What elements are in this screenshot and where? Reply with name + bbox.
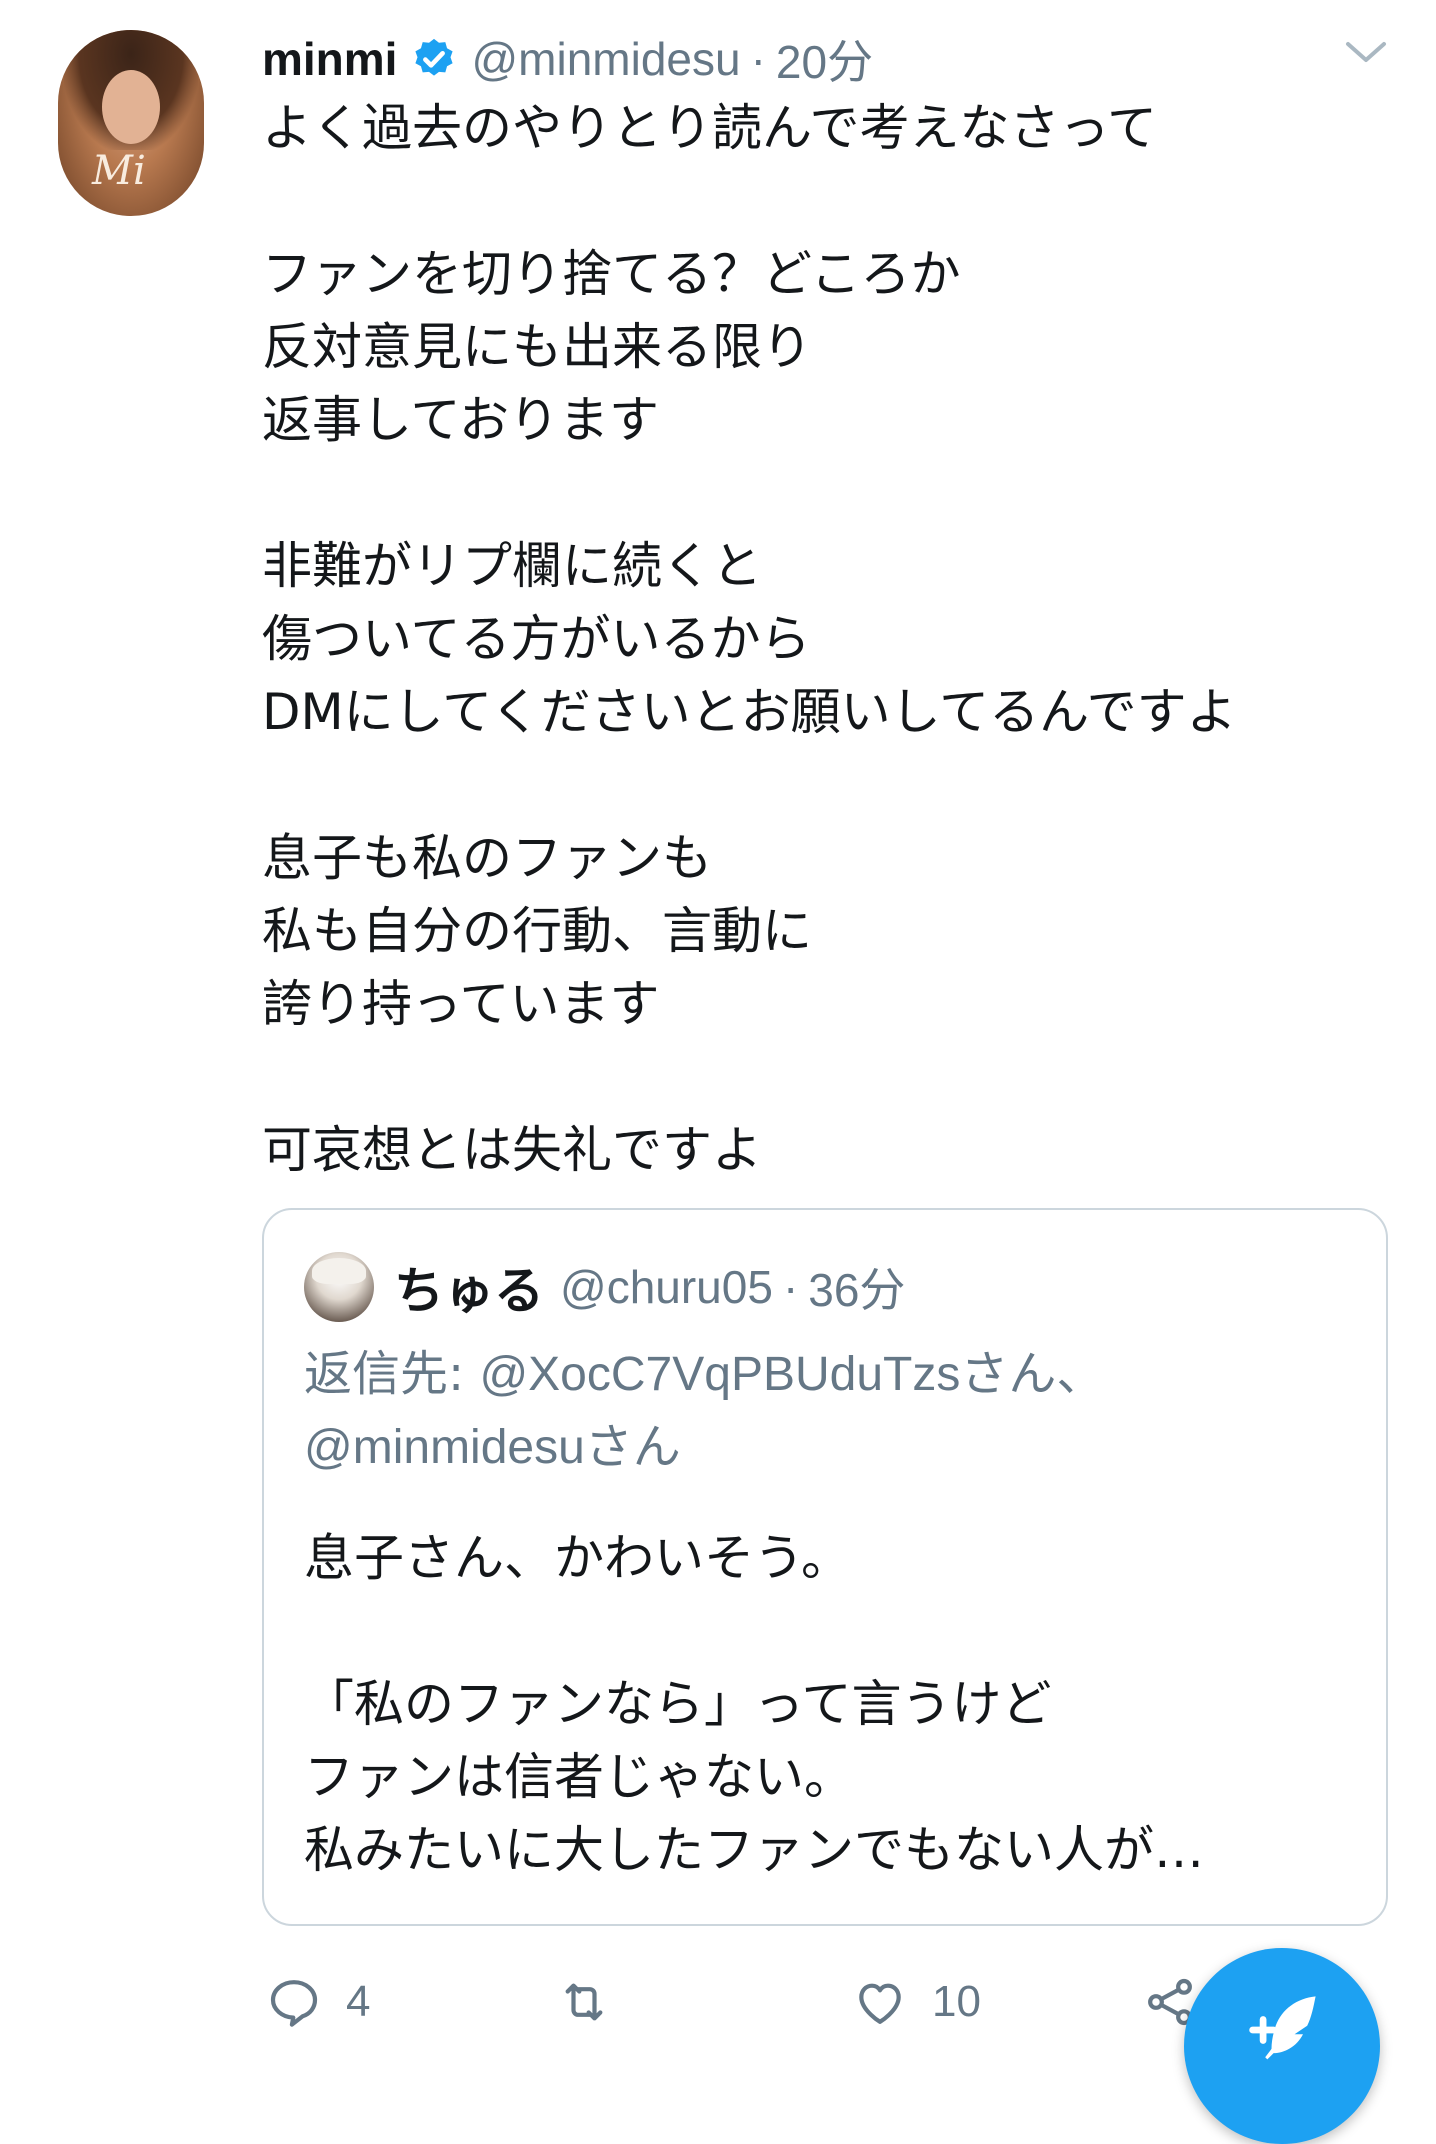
author-handle[interactable]: @minmidesu — [471, 32, 740, 86]
tweet-header: minmi @minmidesu · 20分 — [262, 28, 873, 90]
quoted-tweet-header: ちゅる @churu05 · 36分 — [394, 1252, 905, 1322]
quoted-author-handle: @churu05 — [560, 1261, 773, 1313]
author-avatar[interactable]: Mi — [58, 30, 204, 216]
reply-mention[interactable]: @XocC7VqPBUduTzsさん、 — [479, 1348, 1104, 1401]
author-name[interactable]: minmi — [262, 32, 397, 86]
reply-count: 4 — [346, 1977, 371, 2026]
quoted-author-avatar — [304, 1252, 374, 1322]
like-icon — [859, 1983, 901, 2024]
quoted-tweet-timestamp: 36分 — [808, 1264, 906, 1316]
quoted-tweet[interactable]: ちゅる @churu05 · 36分 返信先: @XocC7VqPBUduTzs… — [262, 1208, 1388, 1926]
retweet-button[interactable] — [556, 1962, 636, 2042]
quoted-tweet-text: 息子さん、かわいそう。 「私のファンなら」って言うけど ファンは信者じゃない。 … — [304, 1529, 1204, 1879]
reply-mention[interactable]: @minmidesuさん — [304, 1421, 681, 1474]
avatar-hat — [312, 1258, 366, 1284]
verified-badge-icon — [415, 38, 454, 76]
reply-icon — [270, 1980, 318, 2027]
quoted-reply-to: 返信先: @XocC7VqPBUduTzsさん、 @minmidesuさん — [304, 1338, 1354, 1484]
quoted-header-separator: · — [782, 1261, 799, 1313]
reply-to-label: 返信先: — [304, 1346, 480, 1402]
tweet-timestamp[interactable]: 20分 — [776, 26, 873, 92]
tweet: Mi minmi @minmidesu · 20分 よく過去のやりとり読んで考え… — [0, 0, 1436, 2144]
quoted-author-name: ちゅる — [394, 1262, 544, 1320]
compose-tweet-button[interactable] — [1184, 1948, 1380, 2144]
like-button[interactable]: 10 — [852, 1962, 981, 2042]
reply-button[interactable]: 4 — [266, 1962, 370, 2042]
tweet-text: よく過去のやりとり読んで考えなさって ファンを切り捨てる？どころか 反対意見にも… — [262, 99, 1237, 1179]
header-separator: · — [750, 33, 766, 85]
like-count: 10 — [932, 1977, 981, 2026]
compose-tweet-icon — [1249, 1996, 1316, 2060]
avatar-signature: Mi — [92, 148, 146, 194]
chevron-down-icon[interactable] — [1342, 34, 1390, 70]
retweet-icon — [565, 1983, 603, 2021]
avatar-face — [102, 70, 160, 144]
